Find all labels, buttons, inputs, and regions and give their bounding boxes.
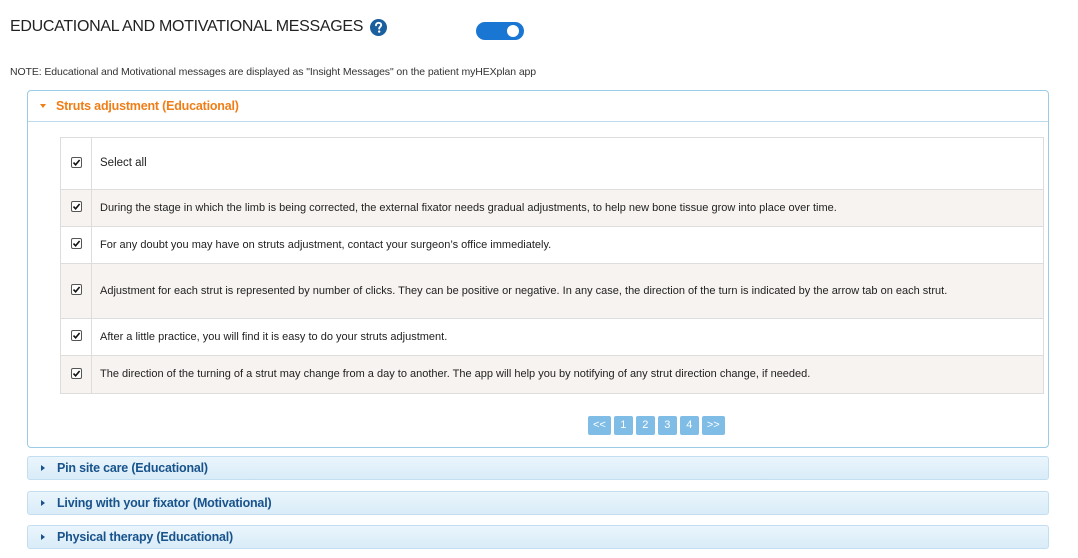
page-first-button[interactable]: << xyxy=(588,416,611,435)
table-row: During the stage in which the limb is be… xyxy=(60,189,1044,227)
caret-right-icon xyxy=(41,465,45,471)
section-pin-site-care[interactable]: Pin site care (Educational) xyxy=(27,456,1049,480)
section-title: EDUCATIONAL AND MOTIVATIONAL MESSAGES xyxy=(10,18,364,35)
table-row: Adjustment for each strut is represented… xyxy=(60,263,1044,319)
message-text: Adjustment for each strut is represented… xyxy=(91,263,1044,319)
settings-header: EDUCATIONAL AND MOTIVATIONAL MESSAGES xyxy=(10,18,388,36)
caret-right-icon xyxy=(41,500,45,506)
messages-table: Select all During the stage in which the… xyxy=(60,137,1044,394)
messages-toggle[interactable] xyxy=(476,22,524,40)
page-last-button[interactable]: >> xyxy=(701,416,725,435)
caret-down-icon xyxy=(40,104,46,108)
table-row: After a little practice, you will find i… xyxy=(60,318,1044,356)
table-row: The direction of the turning of a strut … xyxy=(60,355,1044,394)
section-label: Pin site care (Educational) xyxy=(57,461,208,475)
page-1-button[interactable]: 1 xyxy=(613,416,633,435)
panel-header-struts-adjustment[interactable]: Struts adjustment (Educational) xyxy=(28,91,1048,122)
section-living-with-fixator[interactable]: Living with your fixator (Motivational) xyxy=(27,491,1049,515)
panel-title: Struts adjustment (Educational) xyxy=(56,99,239,113)
toggle-knob xyxy=(507,25,519,37)
message-text: For any doubt you may have on struts adj… xyxy=(91,226,1044,264)
message-text: During the stage in which the limb is be… xyxy=(91,189,1044,227)
struts-adjustment-panel: Struts adjustment (Educational) Select a… xyxy=(27,90,1049,448)
message-text: After a little practice, you will find i… xyxy=(91,318,1044,356)
caret-right-icon xyxy=(41,534,45,540)
section-label: Living with your fixator (Motivational) xyxy=(57,496,272,510)
message-checkbox[interactable] xyxy=(70,367,82,379)
select-all-label: Select all xyxy=(91,137,1044,190)
question-circle-icon[interactable] xyxy=(370,18,388,36)
section-label: Physical therapy (Educational) xyxy=(57,530,233,544)
note-text: NOTE: Educational and Motivational messa… xyxy=(10,66,537,78)
page-2-button[interactable]: 2 xyxy=(635,416,655,435)
select-all-checkbox[interactable] xyxy=(70,156,82,168)
message-checkbox[interactable] xyxy=(70,201,82,212)
message-text: The direction of the turning of a strut … xyxy=(91,355,1044,394)
select-all-row: Select all xyxy=(60,137,1044,190)
table-row: For any doubt you may have on struts adj… xyxy=(60,226,1044,264)
message-checkbox[interactable] xyxy=(70,284,82,295)
message-checkbox[interactable] xyxy=(70,330,82,341)
page-3-button[interactable]: 3 xyxy=(657,416,677,435)
page-4-button[interactable]: 4 xyxy=(679,416,699,435)
section-physical-therapy[interactable]: Physical therapy (Educational) xyxy=(27,525,1049,549)
pagination: << 1 2 3 4 >> xyxy=(588,416,725,435)
message-checkbox[interactable] xyxy=(70,238,82,249)
